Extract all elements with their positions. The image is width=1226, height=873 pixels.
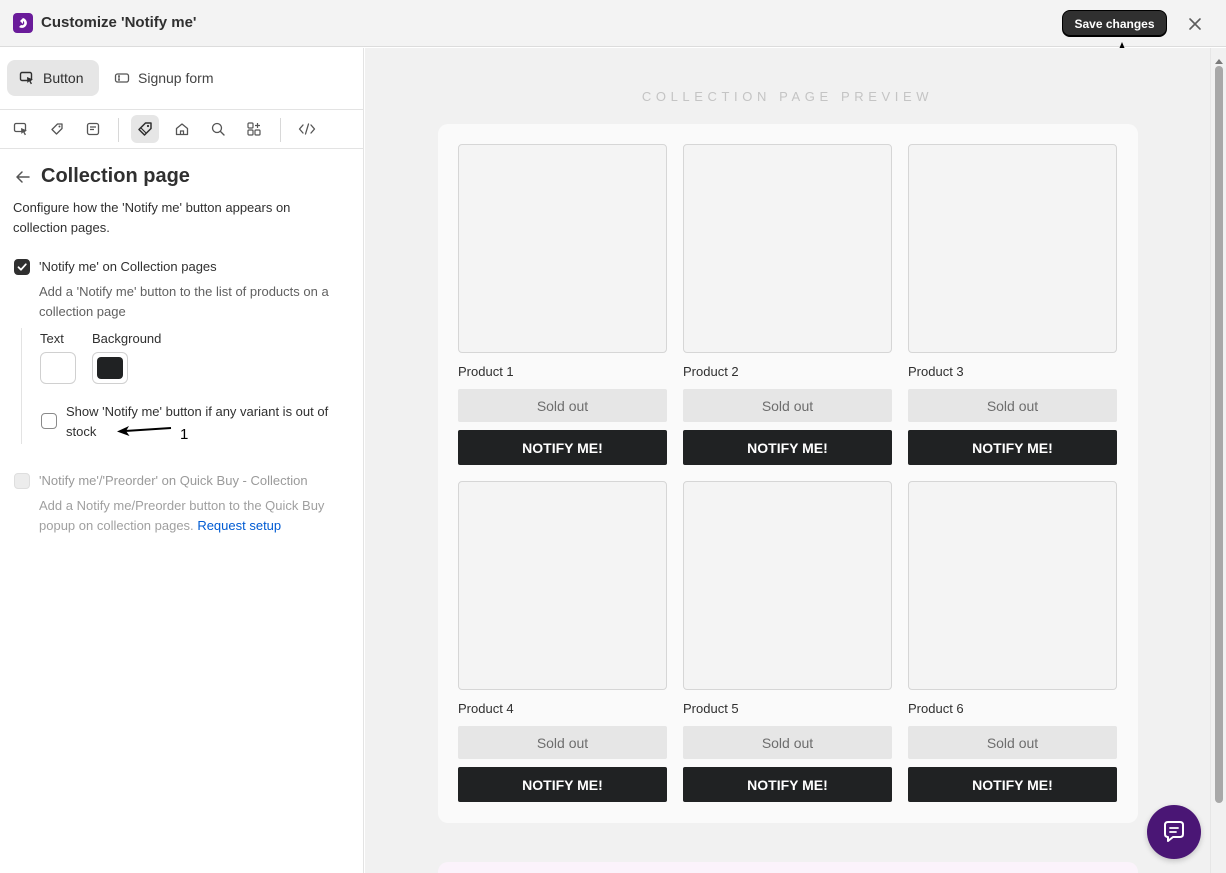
section-title: Collection page [41,165,190,187]
product-name: Product 4 [458,701,514,716]
preview-scrollbar[interactable] [1210,48,1226,873]
product-image [683,481,892,690]
page-title: Customize 'Notify me' [41,14,197,31]
notify-me-button[interactable]: NOTIFY ME! [458,767,667,802]
background-color-fill [97,357,123,379]
indent-line [21,328,22,444]
section-description: Configure how the 'Notify me' button app… [13,200,291,235]
product-name: Product 1 [458,364,514,379]
text-color-swatch[interactable] [40,352,76,384]
toolbar-divider [118,118,119,142]
product-image [683,144,892,353]
next-preview-card [438,862,1138,873]
price-tag-active-icon[interactable] [131,115,159,143]
chat-bubble-icon [1164,821,1184,842]
variant-out-of-stock-label: Show 'Notify me' button if any variant i… [66,404,329,439]
product-image [908,481,1117,690]
notify-me-button[interactable]: NOTIFY ME! [908,767,1117,802]
request-setup-link[interactable]: Request setup [197,518,281,533]
cursor-click-icon [19,70,35,86]
quick-buy-help-text: Add a Notify me/Preorder button to the Q… [39,498,325,533]
settings-panel: Button Signup form Collection page Confi… [0,48,364,873]
section-toolbar [0,110,364,149]
save-changes-button[interactable]: Save changes [1062,10,1167,37]
form-icon [114,70,130,86]
collection-pages-checkbox[interactable] [14,259,30,275]
product-name: Product 2 [683,364,739,379]
tag-icon[interactable] [43,115,71,143]
app-header: Customize 'Notify me' Save changes [0,0,1226,47]
tab-signup-form[interactable]: Signup form [102,60,232,96]
toolbar-divider [280,118,281,142]
search-icon[interactable] [204,115,232,143]
scroll-up-arrow-icon[interactable] [1215,52,1223,67]
app-logo-icon [13,13,33,33]
product-image [908,144,1117,353]
variant-out-of-stock-checkbox[interactable] [41,413,57,429]
tab-signup-label: Signup form [138,70,214,86]
product-name: Product 3 [908,364,964,379]
preview-area: COLLECTION PAGE PREVIEW Product 1 Sold o… [365,48,1210,873]
notify-me-button[interactable]: NOTIFY ME! [683,430,892,465]
quick-buy-checkbox [14,473,30,489]
product-name: Product 6 [908,701,964,716]
sold-out-badge: Sold out [908,389,1117,422]
sold-out-badge: Sold out [683,726,892,759]
chat-support-button[interactable] [1147,805,1201,859]
notify-me-button[interactable]: NOTIFY ME! [458,430,667,465]
product-image [458,144,667,353]
home-icon[interactable] [168,115,196,143]
text-color-label: Text [40,331,64,346]
cursor-click-icon[interactable] [7,115,35,143]
annotation-arrow-left [115,423,173,440]
quick-buy-help: Add a Notify me/Preorder button to the Q… [39,496,354,536]
sold-out-badge: Sold out [458,726,667,759]
tab-button[interactable]: Button [7,60,99,96]
collection-pages-label: 'Notify me' on Collection pages [39,259,217,274]
collection-preview-card: Product 1 Sold out NOTIFY ME! Product 2 … [438,124,1138,823]
scrollbar-thumb[interactable] [1215,66,1223,803]
panel-tabs: Button Signup form [0,48,364,110]
sold-out-badge: Sold out [458,389,667,422]
sold-out-badge: Sold out [683,389,892,422]
code-icon[interactable] [293,115,321,143]
background-color-label: Background [92,331,162,346]
product-name: Product 5 [683,701,739,716]
collection-pages-help: Add a 'Notify me' button to the list of … [39,284,329,319]
product-image [458,481,667,690]
quick-buy-label: 'Notify me'/'Preorder' on Quick Buy - Co… [39,473,308,488]
sold-out-badge: Sold out [908,726,1117,759]
notify-me-button[interactable]: NOTIFY ME! [683,767,892,802]
annotation-label-1: 1 [180,426,189,443]
close-icon[interactable] [1185,14,1205,34]
apps-plus-icon[interactable] [240,115,268,143]
note-icon[interactable] [79,115,107,143]
notify-me-button[interactable]: NOTIFY ME! [908,430,1117,465]
tab-button-label: Button [43,70,84,86]
preview-caption: COLLECTION PAGE PREVIEW [641,89,934,104]
background-color-swatch[interactable] [92,352,128,384]
back-arrow-icon[interactable] [14,168,32,186]
